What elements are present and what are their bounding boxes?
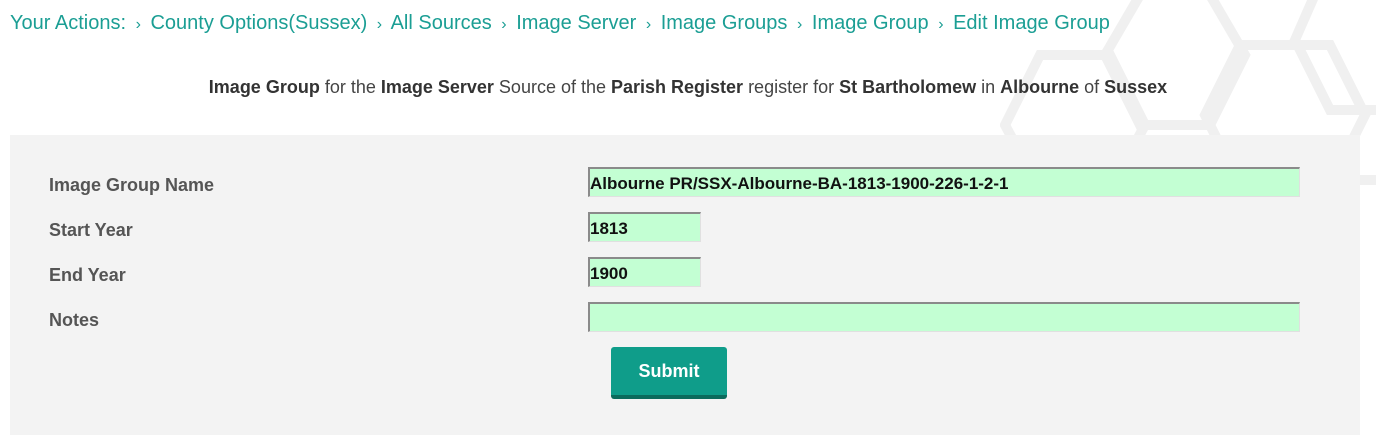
notes-label: Notes (49, 310, 100, 330)
breadcrumb-edit-image-group[interactable]: Edit Image Group (953, 12, 1110, 34)
chevron-right-icon: › (376, 16, 383, 33)
end-year-input[interactable] (588, 257, 701, 287)
submit-button[interactable]: Submit (611, 347, 727, 399)
chevron-right-icon: › (938, 16, 944, 33)
page-subtitle: Image Group for the Image Server Source … (0, 77, 1376, 98)
subtitle-text: of (1079, 77, 1105, 97)
subtitle-county: Sussex (1104, 77, 1168, 97)
edit-image-group-form: Image Group Name Start Year End Year Not… (10, 135, 1360, 435)
start-year-input[interactable] (588, 212, 701, 242)
chevron-right-icon: › (797, 16, 803, 33)
subtitle-register-type: Parish Register (611, 77, 744, 97)
subtitle-place: Albourne (1000, 77, 1080, 97)
subtitle-source-type: Image Server (380, 77, 494, 97)
breadcrumb-county-options[interactable]: County Options(Sussex) (150, 12, 367, 34)
subtitle-text: register for (743, 77, 840, 97)
subtitle-church: St Bartholomew (839, 77, 977, 97)
image-group-name-label: Image Group Name (49, 175, 215, 195)
breadcrumb-image-groups[interactable]: Image Groups (661, 12, 788, 34)
start-year-label: Start Year (49, 220, 133, 240)
breadcrumb-image-server[interactable]: Image Server (516, 12, 636, 34)
notes-input[interactable] (588, 302, 1300, 332)
end-year-label: End Year (49, 265, 126, 285)
subtitle-text: Source of the (493, 77, 611, 97)
chevron-right-icon: › (645, 16, 652, 33)
chevron-right-icon: › (135, 16, 141, 33)
breadcrumb-all-sources[interactable]: All Sources (391, 12, 492, 34)
breadcrumb: Your Actions: › County Options(Sussex) ›… (10, 12, 1110, 35)
breadcrumb-prefix: Your Actions: (10, 12, 127, 34)
subtitle-text: in (976, 77, 1001, 97)
image-group-name-input[interactable] (588, 167, 1300, 197)
subtitle-text: for the (319, 77, 381, 97)
chevron-right-icon: › (501, 16, 507, 33)
breadcrumb-image-group[interactable]: Image Group (812, 12, 929, 34)
subtitle-entity-type: Image Group (208, 77, 320, 97)
